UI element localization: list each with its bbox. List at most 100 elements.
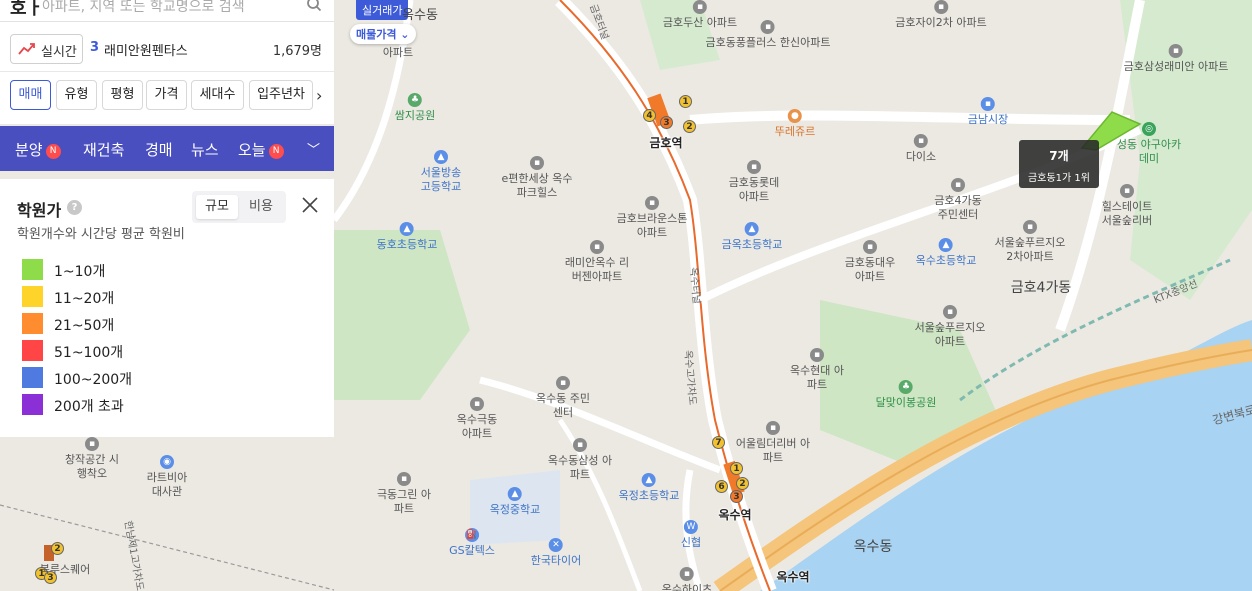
place-label[interactable]: ▲ 옥정중학교 [490, 487, 540, 517]
toggle-cost[interactable]: 비용 [240, 195, 282, 219]
filter-built-year[interactable]: 입주년차 [249, 80, 313, 110]
place-label[interactable]: W 신협 [681, 520, 701, 550]
legend-title: 학원가 [17, 201, 62, 220]
shop-icon: ▪ [980, 97, 995, 111]
place-label[interactable]: ▪ 옥수현대 아파트 [789, 348, 845, 392]
school-icon: ▲ [434, 150, 448, 164]
chevron-down-icon[interactable]: ﹀ [307, 139, 320, 158]
filter-size[interactable]: 평형 [102, 80, 143, 110]
legend-swatch [22, 340, 43, 361]
place-label[interactable]: ▲ 동호초등학교 [377, 222, 437, 252]
station-label[interactable]: 옥수역 [776, 568, 809, 585]
line-marker: 2 [683, 120, 696, 133]
legend-label: 100~200개 [54, 372, 133, 388]
place-label[interactable]: ▪ 금호동대우 아파트 [842, 240, 898, 284]
nav-item-presale[interactable]: 분양 N [15, 139, 61, 160]
academy-tooltip: 7개 금호동1가 1위 [1019, 140, 1099, 188]
brand-logo: 호ㅏ [10, 0, 44, 19]
school-icon: ▲ [399, 222, 414, 236]
place-label[interactable]: ▪ 금호4가동 주민센터 [928, 178, 988, 222]
office-icon: ▪ [556, 376, 570, 390]
place-label[interactable]: 아파트 [383, 46, 413, 60]
academy-legend-panel: 학원가 ? 학원개수와 시간당 평균 학원비 규모 비용 1~10개 11~20… [0, 179, 334, 437]
place-label[interactable]: ▪ 금호삼성래미안 아파트 [1124, 44, 1228, 74]
nav-item-auction[interactable]: 경매 [145, 139, 173, 160]
legend-label: 51~100개 [54, 345, 124, 361]
place-label[interactable]: ♣ 달맞이봉공원 [876, 380, 936, 410]
place-label[interactable]: ▲ 옥정초등학교 [619, 473, 679, 503]
new-badge: N [45, 144, 61, 159]
place-label[interactable]: ◎ 성동 야구아카데미 [1114, 122, 1184, 166]
search-bar[interactable]: 호ㅏ 아파트, 지역 또는 학교명으로 검색 [0, 0, 334, 22]
filter-bar: 매매 유형 평형 가격 세대수 입주년차 › [0, 72, 334, 124]
building-icon: ▪ [530, 156, 544, 170]
place-label[interactable]: ▪ 옥수하이츠 [662, 567, 712, 591]
nav-item-reconstruction[interactable]: 재건축 [83, 139, 124, 160]
place-label[interactable]: ▪ 서울숲푸르지오 아파트 [910, 305, 990, 349]
nav-item-today[interactable]: 오늘 N [238, 139, 284, 160]
rank-name[interactable]: 래미안원펜타스 [104, 40, 188, 59]
dong-label: 옥수동 [853, 539, 893, 555]
place-label[interactable]: ● 뚜레쥬르 [775, 109, 815, 139]
building-icon: ▪ [573, 438, 587, 452]
place-label[interactable]: ▪ 옥수동 주민센터 [535, 376, 591, 420]
filter-trade[interactable]: 매매 [10, 80, 51, 110]
building-icon: ▪ [810, 348, 824, 362]
building-icon: ▪ [1120, 184, 1134, 198]
help-icon[interactable]: ? [67, 200, 82, 215]
live-ranking[interactable]: 실시간 3 래미안원펜타스 1,679명 [0, 22, 334, 72]
place-label[interactable]: ▪ 다이소 [906, 134, 936, 164]
place-label[interactable]: ▪ 래미안옥수 리버젠아파트 [562, 240, 632, 284]
legend-swatch [22, 286, 43, 307]
category-nav: 분양 N 재건축 경매 뉴스 오늘 N ﹀ [0, 126, 334, 171]
search-input[interactable]: 아파트, 지역 또는 학교명으로 검색 [42, 0, 245, 16]
place-label[interactable]: 북루스퀘어 [40, 563, 91, 577]
place-label[interactable]: ▪ 창작공간 시행착오 [62, 437, 122, 481]
filter-households[interactable]: 세대수 [191, 80, 244, 110]
dong-label: 옥수동 [402, 8, 438, 23]
filter-type[interactable]: 유형 [56, 80, 97, 110]
place-label[interactable]: ▪ 극동그린 아파트 [376, 472, 432, 516]
place-label[interactable]: ▪ 금호동풍플러스 한신아파트 [706, 20, 830, 50]
place-label[interactable]: ▪ 어울림더리버 아파트 [733, 421, 813, 465]
gas-station-icon: ⛽ [465, 528, 479, 542]
building-icon: ▪ [85, 437, 99, 451]
place-label[interactable]: ▪ 옥수극동 아파트 [452, 397, 502, 441]
place-label[interactable]: ▪ 금호자이2차 아파트 [895, 0, 987, 30]
legend-swatch [22, 313, 43, 334]
nav-item-news[interactable]: 뉴스 [191, 139, 219, 160]
park-icon: ♣ [407, 93, 422, 107]
place-label[interactable]: ▲ 서울방송 고등학교 [414, 150, 468, 194]
place-label[interactable]: ◉ 라트비아 대사관 [142, 455, 192, 499]
building-icon: ▪ [1023, 220, 1037, 234]
live-button[interactable]: 실시간 [10, 34, 83, 64]
place-label[interactable]: ▪ e편한세상 옥수파크힐스 [500, 156, 574, 200]
place-label[interactable]: ▪ 금호동롯데 아파트 [724, 160, 784, 204]
close-icon[interactable] [301, 196, 319, 214]
station-label[interactable]: 옥수역 [718, 506, 751, 523]
tooltip-rank: 금호동1가 1위 [1028, 173, 1090, 184]
dong-label: 금호4가동 [1010, 280, 1072, 296]
listing-price-chip[interactable]: 매물가격 ⌄ [350, 24, 416, 44]
real-deal-chip[interactable]: 실거래가 [356, 0, 409, 20]
line-marker: 2 [51, 542, 64, 555]
toggle-scale[interactable]: 규모 [196, 195, 238, 219]
filter-price[interactable]: 가격 [146, 80, 187, 110]
place-label[interactable]: ▪ 금호브라운스톤 아파트 [612, 196, 692, 240]
search-icon[interactable] [306, 0, 322, 12]
place-label[interactable]: ⛽ GS칼텍스 [449, 528, 495, 558]
line-3-marker: 1 [679, 95, 692, 108]
place-label[interactable]: ▪ 서울숲푸르지오 2차아파트 [990, 220, 1070, 264]
place-label[interactable]: ▪ 옥수동삼성 아파트 [545, 438, 615, 482]
building-icon: ▪ [766, 421, 780, 435]
place-label[interactable]: ♣ 쌈지공원 [395, 93, 435, 123]
place-label[interactable]: ▪ 금남시장 [968, 97, 1008, 127]
station-label[interactable]: 금호역 [649, 134, 682, 151]
place-label[interactable]: ▲ 금옥초등학교 [722, 222, 782, 252]
place-label[interactable]: ▲ 옥수초등학교 [916, 238, 976, 268]
place-label[interactable]: ▪ 힐스테이트 서울숲리버 [1095, 184, 1159, 228]
place-label[interactable]: ✕ 한국타이어 [531, 538, 581, 568]
chevron-right-icon[interactable]: › [316, 86, 322, 105]
line-marker: 2 [736, 477, 749, 490]
school-icon: ▲ [641, 473, 656, 487]
